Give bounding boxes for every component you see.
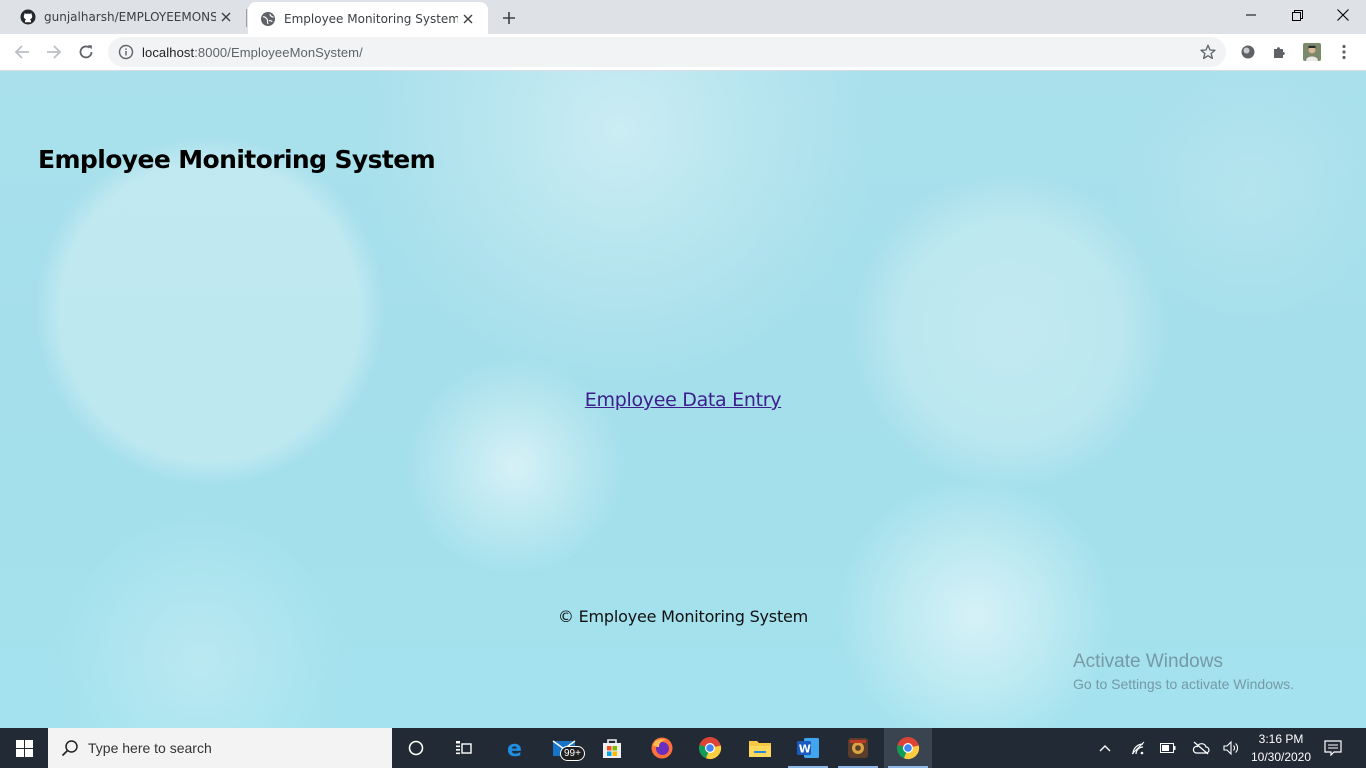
- menu-button[interactable]: [1334, 42, 1354, 62]
- chevron-up-icon: [1099, 745, 1111, 752]
- url-path: :8000/EmployeeMonSystem/: [194, 44, 363, 60]
- browser-toolbar: localhost:8000/EmployeeMonSystem/: [0, 34, 1366, 71]
- gear-app[interactable]: [834, 728, 882, 768]
- back-arrow-icon: [14, 45, 29, 59]
- tab-github[interactable]: gunjalharsh/EMPLOYEEMONSYST: [0, 0, 246, 34]
- mail-app[interactable]: 99+: [540, 728, 588, 768]
- close-tab-icon[interactable]: [216, 7, 236, 27]
- file-explorer-app[interactable]: [736, 728, 784, 768]
- search-icon: [61, 740, 78, 757]
- mail-badge: 99+: [560, 746, 585, 761]
- url-host: localhost: [142, 44, 195, 60]
- watermark-subtitle: Go to Settings to activate Windows.: [1073, 676, 1294, 692]
- taskbar-clock[interactable]: 3:16 PM 10/30/2020: [1244, 730, 1318, 766]
- watermark-title: Activate Windows: [1073, 651, 1223, 672]
- forward-button[interactable]: [40, 38, 68, 66]
- task-view-button[interactable]: [440, 728, 488, 768]
- windows-logo-icon: [15, 739, 33, 757]
- close-icon: [1337, 9, 1349, 21]
- file-explorer-icon: [749, 741, 771, 757]
- forward-arrow-icon: [47, 45, 62, 59]
- avatar: [1303, 43, 1321, 61]
- restore-button[interactable]: [1274, 0, 1320, 30]
- close-tab-icon[interactable]: [458, 9, 478, 29]
- wifi-icon: [1131, 741, 1145, 755]
- kebab-menu-icon: [1342, 44, 1346, 60]
- cortana-icon: [408, 740, 424, 756]
- tab-employee-monitoring[interactable]: Employee Monitoring System: [248, 2, 488, 36]
- cloud-offline-icon: [1192, 741, 1210, 755]
- edge-icon: e: [507, 737, 522, 759]
- link-container: Employee Data Entry: [0, 389, 1366, 411]
- action-center-button[interactable]: [1320, 728, 1346, 768]
- firefox-icon: [651, 737, 673, 759]
- battery-icon: [1160, 743, 1176, 753]
- chrome-app[interactable]: [686, 728, 734, 768]
- close-window-button[interactable]: [1320, 0, 1366, 30]
- page-footer: © Employee Monitoring System: [557, 607, 809, 626]
- puzzle-icon: [1274, 47, 1285, 58]
- extension-button[interactable]: [1238, 42, 1258, 62]
- tab-title: gunjalharsh/EMPLOYEEMONSYST: [44, 10, 216, 24]
- minimize-icon: [1246, 14, 1256, 16]
- url-text: localhost:8000/EmployeeMonSystem/: [142, 45, 363, 60]
- chrome-app-active[interactable]: [884, 728, 932, 768]
- github-icon: [20, 9, 36, 25]
- edge-app[interactable]: e: [492, 728, 540, 768]
- start-button[interactable]: [0, 728, 48, 768]
- network-button[interactable]: [1126, 728, 1150, 768]
- address-bar[interactable]: localhost:8000/EmployeeMonSystem/: [108, 37, 1226, 67]
- store-icon: [603, 739, 621, 758]
- restore-icon: [1291, 9, 1303, 21]
- extensions-button[interactable]: [1270, 42, 1290, 62]
- tab-title: Employee Monitoring System: [284, 12, 458, 26]
- chrome-icon: [897, 737, 920, 760]
- svg-text:W: W: [799, 743, 811, 756]
- new-tab-button[interactable]: [498, 7, 520, 29]
- app-icon: [848, 738, 868, 758]
- volume-button[interactable]: [1220, 728, 1244, 768]
- profile-button[interactable]: [1302, 42, 1322, 62]
- tab-separator: [246, 9, 247, 27]
- tab-strip: gunjalharsh/EMPLOYEEMONSYST Employee Mon…: [0, 0, 1366, 36]
- taskbar-search-box[interactable]: Type here to search: [48, 728, 392, 768]
- store-app[interactable]: [588, 728, 636, 768]
- cortana-button[interactable]: [392, 728, 440, 768]
- word-icon: W: [797, 738, 819, 758]
- clock-time: 3:16 PM: [1258, 732, 1304, 746]
- employee-data-entry-link[interactable]: Employee Data Entry: [585, 389, 782, 411]
- bookmark-star-icon[interactable]: [1200, 44, 1216, 60]
- reload-button[interactable]: [72, 38, 100, 66]
- info-icon[interactable]: [118, 44, 134, 60]
- speaker-icon: [1223, 741, 1238, 755]
- globe-icon: [261, 12, 275, 26]
- minimize-button[interactable]: [1228, 0, 1274, 30]
- notifications-icon: [1324, 740, 1342, 756]
- task-view-icon: [456, 741, 472, 755]
- svg-text:e: e: [507, 737, 522, 759]
- show-hidden-icons-button[interactable]: [1094, 728, 1116, 768]
- windows-taskbar: Type here to search e 99+ W 3:16 PM 10/3…: [0, 728, 1366, 768]
- word-app[interactable]: W: [784, 728, 832, 768]
- back-button[interactable]: [8, 38, 36, 66]
- extension-circle-icon: [1241, 45, 1255, 59]
- plus-icon: [503, 12, 515, 24]
- page-title: Employee Monitoring System: [38, 145, 436, 174]
- activate-windows-watermark: Activate Windows Go to Settings to activ…: [1073, 651, 1294, 692]
- firefox-app[interactable]: [638, 728, 686, 768]
- clock-date: 10/30/2020: [1250, 750, 1312, 764]
- page-content: Employee Monitoring System Employee Data…: [0, 71, 1366, 728]
- reload-icon: [79, 45, 93, 59]
- search-placeholder: Type here to search: [88, 740, 212, 756]
- chrome-icon: [699, 737, 722, 760]
- onedrive-button[interactable]: [1188, 728, 1214, 768]
- battery-button[interactable]: [1156, 728, 1180, 768]
